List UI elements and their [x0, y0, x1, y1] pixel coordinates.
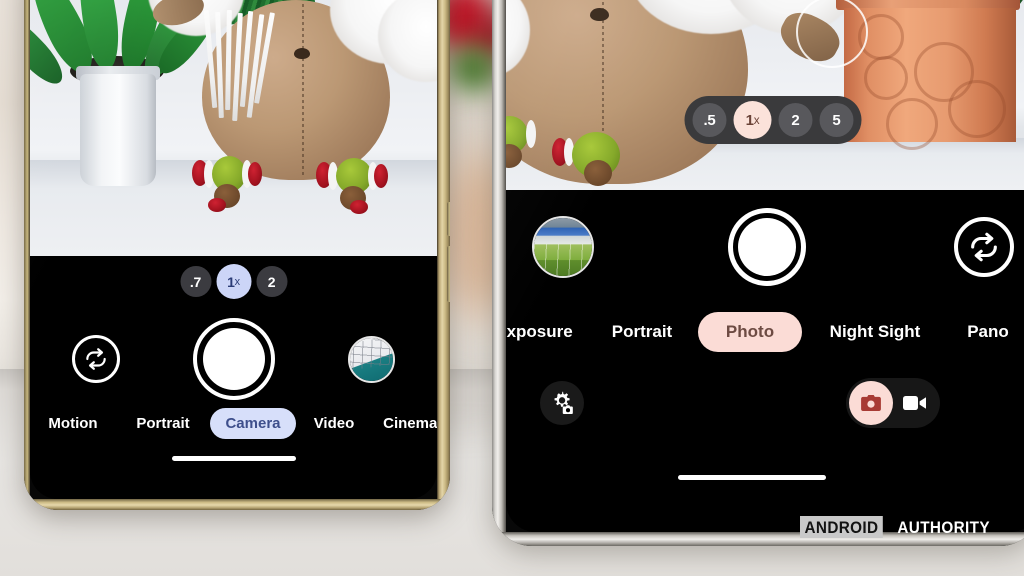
- gear-camera-icon: [554, 391, 573, 414]
- plush-nose-button: [590, 8, 609, 21]
- watermark-authority: AUTHORITY: [897, 518, 991, 537]
- video-camera-icon: [903, 396, 926, 410]
- flip-camera-glyph: [971, 232, 997, 262]
- mode-exposure[interactable]: Exposure: [506, 322, 586, 342]
- mode-photo-selected[interactable]: Photo: [698, 312, 802, 352]
- left-shutter-row: [30, 318, 437, 400]
- shutter-button[interactable]: [193, 318, 275, 400]
- left-phone: .7 1x 2 Motion Portrait Camera Video Cin…: [24, 0, 450, 510]
- left-phone-frame-bottom: [24, 499, 450, 510]
- right-camera-preview[interactable]: .5 1x 2 5: [506, 0, 1024, 190]
- zoom-option-1-selected[interactable]: 1x: [216, 264, 251, 299]
- right-mode-carousel[interactable]: Exposure Portrait Photo Night Sight Pano: [506, 312, 1024, 352]
- camera-settings-button[interactable]: [540, 381, 584, 425]
- pot-swirl: [886, 98, 938, 150]
- plush-bead-leg-right: [316, 158, 392, 216]
- right-bottom-row: [506, 378, 1024, 428]
- left-phone-frame-left: [24, 0, 30, 510]
- zoom-option-3[interactable]: 5: [819, 103, 854, 137]
- gesture-nav-bar[interactable]: [171, 456, 296, 461]
- mode-cinematic[interactable]: Cinematic: [372, 415, 437, 432]
- zoom-option-2[interactable]: 2: [778, 103, 813, 137]
- pot-swirl: [948, 80, 1006, 138]
- thumbnail-keyboard-image: [350, 337, 393, 381]
- shutter-button[interactable]: [728, 208, 806, 286]
- toggle-photo-option[interactable]: [849, 381, 893, 425]
- zoom-option-label: 1: [227, 273, 235, 290]
- flip-camera-glyph: [86, 348, 106, 370]
- right-camera-controls: Exposure Portrait Photo Night Sight Pano: [506, 190, 1024, 532]
- camera-icon: [861, 395, 881, 411]
- plush-nose-button: [294, 48, 310, 59]
- plush-bead-leg-left: [506, 116, 548, 170]
- thumbnail-keys: [350, 337, 393, 370]
- zoom-option-label: 2: [267, 273, 276, 290]
- gesture-nav-bar[interactable]: [677, 475, 826, 480]
- left-zoom-selector[interactable]: .7 1x 2: [180, 264, 287, 299]
- power-button[interactable]: [447, 202, 450, 236]
- terracotta-pot: [844, 8, 1016, 150]
- right-phone: .5 1x 2 5 xposure Portrait Photo Night S…: [492, 0, 1024, 546]
- zoom-option-suffix: x: [234, 275, 240, 288]
- photo-video-toggle[interactable]: [846, 378, 940, 428]
- volume-button[interactable]: [447, 246, 450, 302]
- zoom-option-0[interactable]: .7: [180, 266, 211, 297]
- mode-camera-selected[interactable]: Camera: [210, 408, 296, 439]
- zoom-option-label: .7: [189, 273, 202, 290]
- left-camera-preview[interactable]: [30, 0, 437, 256]
- right-phone-frame-left: [492, 0, 506, 546]
- mode-video[interactable]: Video: [296, 415, 372, 432]
- mode-motion[interactable]: Motion: [30, 415, 116, 432]
- left-camera-controls: .7 1x 2 Motion Portrait Camera Video Cin…: [30, 256, 437, 499]
- zoom-option-label: 1: [745, 111, 754, 129]
- zoom-option-suffix: x: [753, 113, 760, 127]
- flip-camera-icon[interactable]: [72, 335, 120, 383]
- white-pot: [80, 74, 156, 186]
- gallery-thumbnail[interactable]: [348, 335, 395, 383]
- pot-swirl: [864, 56, 908, 100]
- plush-seam: [302, 4, 304, 176]
- plush-bead-leg-right: [552, 132, 648, 190]
- watermark: ANDROID AUTHORITY: [800, 516, 1001, 538]
- mode-pano[interactable]: Pano: [948, 322, 1024, 342]
- plush-fringe-group: [203, 9, 278, 122]
- watermark-android: ANDROID: [800, 516, 883, 538]
- zoom-option-0[interactable]: .5: [692, 103, 727, 137]
- zoom-option-1-selected[interactable]: 1x: [733, 101, 772, 139]
- shutter-inner: [203, 328, 265, 390]
- left-mode-carousel[interactable]: Motion Portrait Camera Video Cinematic: [30, 408, 437, 439]
- mode-portrait[interactable]: Portrait: [586, 322, 698, 342]
- left-phone-screen[interactable]: .7 1x 2 Motion Portrait Camera Video Cin…: [30, 0, 437, 499]
- thumbnail-field-image: [534, 218, 592, 276]
- gallery-thumbnail[interactable]: [532, 216, 594, 278]
- toggle-video-option[interactable]: [893, 381, 937, 425]
- mode-portrait[interactable]: Portrait: [116, 415, 210, 432]
- flip-camera-icon[interactable]: [954, 217, 1014, 277]
- mode-night-sight[interactable]: Night Sight: [802, 322, 948, 342]
- right-zoom-selector[interactable]: .5 1x 2 5: [684, 96, 862, 144]
- zoom-option-label: 2: [791, 111, 800, 129]
- zoom-option-2[interactable]: 2: [256, 266, 287, 297]
- right-phone-screen[interactable]: .5 1x 2 5 xposure Portrait Photo Night S…: [506, 0, 1024, 532]
- right-shutter-row: [506, 208, 1024, 286]
- thumbnail-field-lines: [534, 244, 592, 276]
- zoom-option-label: .5: [703, 111, 716, 129]
- shutter-inner: [738, 218, 796, 276]
- zoom-option-label: 5: [832, 111, 841, 129]
- screenshot-scene: .7 1x 2 Motion Portrait Camera Video Cin…: [0, 0, 1024, 576]
- plush-bead-leg-left: [192, 156, 266, 212]
